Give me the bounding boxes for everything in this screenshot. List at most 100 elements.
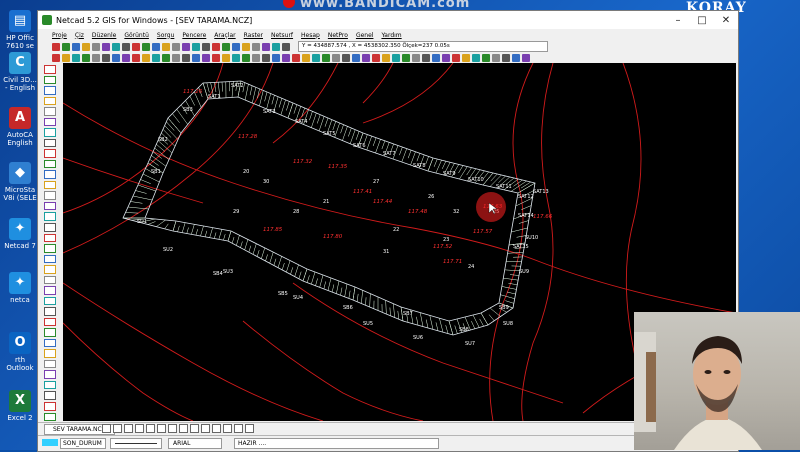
draw-tool-icon[interactable] (192, 54, 200, 62)
menu-item[interactable]: Düzenle (92, 32, 116, 39)
toolbar-button-icon[interactable] (242, 43, 250, 51)
draw-tool-icon[interactable] (492, 54, 500, 62)
side-tool-icon[interactable] (44, 86, 56, 95)
draw-tool-icon[interactable] (352, 54, 360, 62)
layer-color-swatch[interactable] (42, 439, 58, 446)
toolbar-button-icon[interactable] (182, 43, 190, 51)
draw-tool-icon[interactable] (52, 54, 60, 62)
side-tool-icon[interactable] (44, 202, 56, 211)
draw-tool-icon[interactable] (62, 54, 70, 62)
side-tool-icon[interactable] (44, 297, 56, 306)
side-tool-icon[interactable] (44, 234, 56, 243)
toolbar-button-icon[interactable] (112, 43, 120, 51)
side-tool-icon[interactable] (44, 307, 56, 316)
draw-tool-icon[interactable] (422, 54, 430, 62)
draw-tool-icon[interactable] (242, 54, 250, 62)
draw-tool-icon[interactable] (162, 54, 170, 62)
side-tool-icon[interactable] (44, 76, 56, 85)
side-tool-icon[interactable] (44, 212, 56, 221)
draw-tool-icon[interactable] (372, 54, 380, 62)
side-tool-icon[interactable] (44, 107, 56, 116)
side-tool-icon[interactable] (44, 181, 56, 190)
side-tool-icon[interactable] (44, 413, 56, 422)
side-tool-icon[interactable] (44, 276, 56, 285)
draw-tool-icon[interactable] (342, 54, 350, 62)
toolbar-button-icon[interactable] (262, 43, 270, 51)
draw-tool-icon[interactable] (122, 54, 130, 62)
snap-mode-icon[interactable] (102, 424, 111, 433)
toolbar-button-icon[interactable] (172, 43, 180, 51)
draw-tool-icon[interactable] (362, 54, 370, 62)
menu-item[interactable]: Görüntü (124, 32, 149, 39)
draw-tool-icon[interactable] (262, 54, 270, 62)
draw-tool-icon[interactable] (272, 54, 280, 62)
draw-tool-icon[interactable] (472, 54, 480, 62)
draw-tool-icon[interactable] (282, 54, 290, 62)
close-icon[interactable]: ✕ (714, 15, 738, 26)
side-tool-icon[interactable] (44, 381, 56, 390)
side-tool-icon[interactable] (44, 265, 56, 274)
menu-item[interactable]: Çiz (75, 32, 84, 39)
menu-item[interactable]: Hesap (301, 32, 320, 39)
snap-mode-icon[interactable] (157, 424, 166, 433)
toolbar-button-icon[interactable] (92, 43, 100, 51)
desktop-icon[interactable]: CCivil 3D... - English (2, 52, 38, 92)
toolbar-button-icon[interactable] (232, 43, 240, 51)
desktop-icon[interactable]: ◆MicroSta V8i (SELE (2, 162, 38, 202)
toolbar-button-icon[interactable] (82, 43, 90, 51)
draw-tool-icon[interactable] (392, 54, 400, 62)
desktop-icon[interactable]: Orth Outlook (2, 332, 38, 372)
draw-tool-icon[interactable] (502, 54, 510, 62)
draw-tool-icon[interactable] (182, 54, 190, 62)
draw-tool-icon[interactable] (462, 54, 470, 62)
draw-tool-icon[interactable] (412, 54, 420, 62)
draw-tool-icon[interactable] (252, 54, 260, 62)
toolbar-button-icon[interactable] (202, 43, 210, 51)
draw-tool-icon[interactable] (232, 54, 240, 62)
side-tool-icon[interactable] (44, 244, 56, 253)
menu-item[interactable]: Raster (244, 32, 263, 39)
snap-mode-icon[interactable] (124, 424, 133, 433)
font-field[interactable]: ARIAL (168, 438, 222, 449)
draw-tool-icon[interactable] (102, 54, 110, 62)
draw-tool-icon[interactable] (402, 54, 410, 62)
draw-tool-icon[interactable] (132, 54, 140, 62)
draw-tool-icon[interactable] (452, 54, 460, 62)
menu-item[interactable]: Yardım (381, 32, 401, 39)
active-layer-field[interactable]: SON_DURUM (60, 438, 106, 449)
draw-tool-icon[interactable] (442, 54, 450, 62)
side-tool-icon[interactable] (44, 65, 56, 74)
side-tool-icon[interactable] (44, 360, 56, 369)
side-tool-icon[interactable] (44, 391, 56, 400)
linetype-field[interactable] (110, 438, 162, 449)
snap-mode-icon[interactable] (190, 424, 199, 433)
toolbar-button-icon[interactable] (222, 43, 230, 51)
draw-tool-icon[interactable] (382, 54, 390, 62)
draw-tool-icon[interactable] (482, 54, 490, 62)
side-tool-icon[interactable] (44, 170, 56, 179)
menu-item[interactable]: Sorgu (157, 32, 174, 39)
side-tool-icon[interactable] (44, 339, 56, 348)
toolbar-button-icon[interactable] (282, 43, 290, 51)
snap-mode-icon[interactable] (223, 424, 232, 433)
side-tool-icon[interactable] (44, 160, 56, 169)
desktop-icon[interactable]: ✦netca (2, 272, 38, 304)
snap-mode-icon[interactable] (245, 424, 254, 433)
draw-tool-icon[interactable] (512, 54, 520, 62)
draw-tool-icon[interactable] (142, 54, 150, 62)
draw-tool-icon[interactable] (522, 54, 530, 62)
side-tool-icon[interactable] (44, 328, 56, 337)
desktop-icon[interactable]: ▤HP Offic 7610 se (2, 10, 38, 50)
side-tool-icon[interactable] (44, 97, 56, 106)
side-tool-icon[interactable] (44, 128, 56, 137)
snap-mode-icon[interactable] (201, 424, 210, 433)
toolbar-button-icon[interactable] (122, 43, 130, 51)
menu-item[interactable]: Proje (52, 32, 67, 39)
desktop-icon[interactable]: XExcel 2 (2, 390, 38, 422)
toolbar-button-icon[interactable] (62, 43, 70, 51)
side-tool-icon[interactable] (44, 402, 56, 411)
toolbar-button-icon[interactable] (152, 43, 160, 51)
menu-item[interactable]: Araçlar (214, 32, 235, 39)
draw-tool-icon[interactable] (292, 54, 300, 62)
toolbar-button-icon[interactable] (132, 43, 140, 51)
